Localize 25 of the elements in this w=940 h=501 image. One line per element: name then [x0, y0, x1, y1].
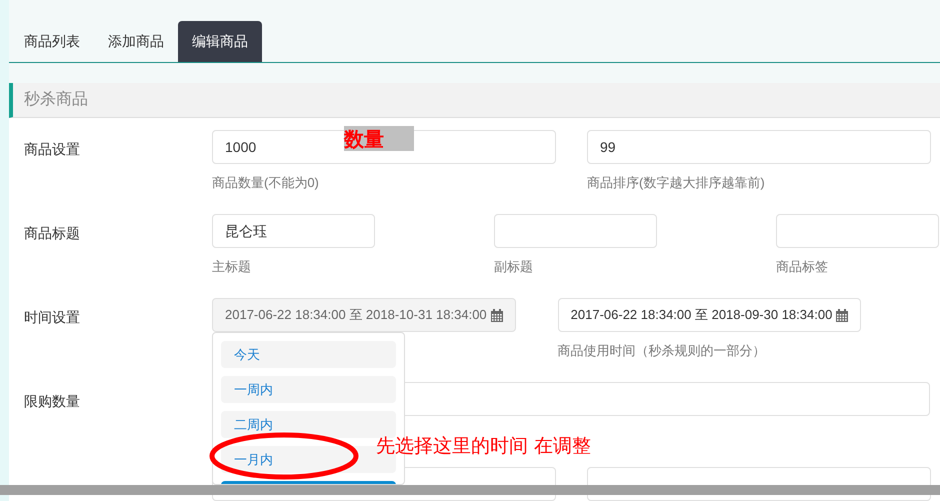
field-hint: 商品使用时间（秒杀规则的一部分） — [558, 342, 767, 360]
tab[interactable]: 商品列表 — [10, 20, 94, 62]
menu-option[interactable]: 今天 — [221, 341, 396, 368]
tab[interactable]: 添加商品 — [94, 20, 178, 62]
form-label: 限购数量 — [24, 392, 81, 411]
field-hint: 副标题 — [494, 258, 534, 276]
date-range-field[interactable]: 2017-06-22 18:34:00 至 2018-09-30 18:34:00 — [558, 298, 862, 332]
input-field[interactable] — [494, 214, 657, 248]
date-range-field[interactable]: 2017-06-22 18:34:00 至 2018-10-31 18:34:00 — [212, 298, 516, 332]
annotation-text: 数量 — [344, 128, 384, 148]
form-label: 时间设置 — [24, 308, 81, 327]
calendar-icon — [836, 308, 848, 322]
form-label: 商品标题 — [24, 224, 81, 243]
section-title: 秒杀商品 — [24, 90, 88, 110]
field-hint: 主标题 — [212, 258, 252, 276]
tab[interactable]: 编辑商品 — [178, 20, 262, 62]
field-hint: 商品排序(数字越大排序越靠前) — [587, 174, 766, 192]
input-field[interactable] — [776, 214, 939, 248]
input-field[interactable]: 昆仑珏 — [212, 214, 375, 248]
menu-option[interactable]: 一周内 — [221, 376, 396, 403]
input-field[interactable]: 99 — [587, 130, 931, 164]
calendar-icon — [490, 308, 503, 322]
field-hint: 商品数量(不能为0) — [212, 174, 320, 192]
field-hint: 商品标签 — [776, 258, 829, 276]
form-label: 商品设置 — [24, 140, 81, 159]
